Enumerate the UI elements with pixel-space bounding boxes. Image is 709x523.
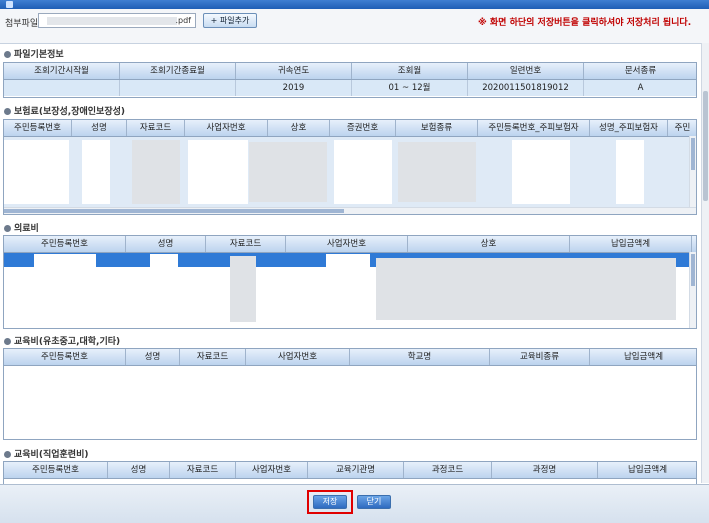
save-button[interactable]: 저장 — [313, 495, 347, 509]
col-header: 상호 — [268, 120, 330, 136]
footer-bar — [0, 484, 709, 523]
close-button[interactable]: 닫기 — [357, 495, 391, 509]
window-icon — [6, 1, 13, 8]
table-cell — [120, 80, 236, 96]
col-header: 귀속연도 — [236, 63, 352, 79]
col-header: 교육기관명 — [308, 462, 404, 478]
section-bullet-icon — [4, 51, 11, 58]
col-header: 주민등록번호_주피보험자 — [478, 120, 590, 136]
redacted-data — [132, 140, 180, 204]
col-header: 납입금액계 — [570, 236, 692, 252]
table-cell: 2020011501819012 — [468, 80, 584, 96]
redacted-data — [34, 254, 96, 324]
col-header: 사업자번호 — [185, 120, 268, 136]
section-bullet-icon — [4, 108, 11, 115]
table-row[interactable]: 2019 01 ~ 12월 2020011501819012 A — [4, 80, 696, 96]
section-bullet-icon — [4, 451, 11, 458]
col-header: 학교명 — [350, 349, 490, 365]
col-header: 증권번호 — [330, 120, 396, 136]
col-header: 주민등록번호 — [4, 462, 108, 478]
redacted-data — [4, 140, 69, 204]
col-header: 주민등록번호 — [4, 120, 72, 136]
table-cell: 2019 — [236, 80, 352, 96]
vocational-grid[interactable]: 주민등록번호 성명 자료코드 사업자번호 교육기관명 과정코드 과정명 납입금액… — [3, 461, 697, 484]
window-titlebar — [0, 0, 709, 9]
col-header: 성명 — [72, 120, 127, 136]
redacted-data — [398, 142, 476, 202]
section-bullet-icon — [4, 225, 11, 232]
col-header: 사업자번호 — [286, 236, 408, 252]
col-header: 조회월 — [352, 63, 468, 79]
section-title-vocational: 교육비(직업훈련비) — [4, 447, 88, 460]
col-header: 과정명 — [492, 462, 598, 478]
col-header: 주민등록번호 — [4, 349, 126, 365]
col-header: 자료코드 — [127, 120, 185, 136]
insurance-hscroll[interactable] — [4, 207, 696, 214]
col-header: 조회기간종료월 — [120, 63, 236, 79]
insurance-vscroll[interactable] — [689, 136, 696, 208]
file-name-redacted — [47, 17, 177, 25]
table-cell: 01 ~ 12월 — [352, 80, 468, 96]
col-header: 사업자번호 — [246, 349, 350, 365]
save-notice: ※ 화면 하단의 저장버튼을 클릭하셔야 저장처리 됩니다. — [478, 18, 692, 28]
redacted-data — [82, 140, 110, 204]
redacted-data — [188, 140, 248, 204]
attach-label: 첨부파일 — [5, 19, 39, 29]
education-grid[interactable]: 주민등록번호 성명 자료코드 사업자번호 학교명 교육비종류 납입금액계 — [3, 348, 697, 440]
col-header: 주민등록번호 — [4, 236, 126, 252]
table-cell — [4, 80, 120, 96]
col-header: 문서종류 — [584, 63, 696, 79]
redacted-data — [512, 140, 570, 204]
medical-grid[interactable]: 주민등록번호 성명 자료코드 사업자번호 상호 납입금액계 — [3, 235, 697, 329]
basic-info-grid: 조회기간시작월 조회기간종료월 귀속연도 조회월 일련번호 문서종류 2019 … — [3, 62, 697, 98]
add-file-button[interactable]: + 파일추가 — [203, 13, 257, 28]
vocational-header: 주민등록번호 성명 자료코드 사업자번호 교육기관명 과정코드 과정명 납입금액… — [4, 462, 696, 479]
section-title-basic: 파일기본정보 — [4, 47, 64, 60]
redacted-data — [326, 254, 370, 324]
col-header: 일련번호 — [468, 63, 584, 79]
col-header: 상호 — [408, 236, 570, 252]
redacted-data — [616, 140, 644, 204]
insurance-header: 주민등록번호 성명 자료코드 사업자번호 상호 증권번호 보험종류 주민등록번호… — [4, 120, 696, 137]
col-header: 교육비종류 — [490, 349, 590, 365]
section-title-text: 교육비(유초중고,대학,기타) — [14, 337, 121, 347]
education-header: 주민등록번호 성명 자료코드 사업자번호 학교명 교육비종류 납입금액계 — [4, 349, 696, 366]
basic-header: 조회기간시작월 조회기간종료월 귀속연도 조회월 일련번호 문서종류 — [4, 63, 696, 80]
main-scrollbar[interactable] — [701, 43, 709, 483]
section-title-insurance: 보험료(보장성,장애인보장성) — [4, 104, 125, 117]
section-title-education: 교육비(유초중고,대학,기타) — [4, 334, 120, 347]
section-title-text: 교육비(직업훈련비) — [14, 450, 89, 460]
col-header: 성명 — [126, 236, 206, 252]
attach-file-field[interactable]: .pdf — [38, 13, 196, 28]
medical-header: 주민등록번호 성명 자료코드 사업자번호 상호 납입금액계 — [4, 236, 696, 253]
section-title-text: 보험료(보장성,장애인보장성) — [14, 107, 126, 117]
section-title-text: 파일기본정보 — [14, 50, 64, 60]
redacted-data — [376, 258, 676, 320]
redacted-data — [150, 254, 178, 324]
col-header: 자료코드 — [180, 349, 246, 365]
section-title-medical: 의료비 — [4, 221, 39, 234]
section-bullet-icon — [4, 338, 11, 345]
redacted-data — [230, 256, 256, 322]
col-header: 주민 — [668, 120, 696, 136]
col-header: 납입금액계 — [590, 349, 696, 365]
col-header: 성명 — [108, 462, 170, 478]
col-header: 자료코드 — [206, 236, 286, 252]
section-title-text: 의료비 — [14, 224, 39, 234]
col-header: 자료코드 — [170, 462, 236, 478]
col-header: 조회기간시작월 — [4, 63, 120, 79]
col-header: 성명 — [126, 349, 180, 365]
table-cell: A — [584, 80, 696, 96]
medical-vscroll[interactable] — [689, 252, 696, 328]
col-header: 과정코드 — [404, 462, 492, 478]
file-extension: .pdf — [175, 16, 191, 25]
col-header: 사업자번호 — [236, 462, 308, 478]
col-header: 납입금액계 — [598, 462, 696, 478]
redacted-data — [334, 140, 392, 204]
col-header: 보험종류 — [396, 120, 478, 136]
insurance-grid[interactable]: 주민등록번호 성명 자료코드 사업자번호 상호 증권번호 보험종류 주민등록번호… — [3, 119, 697, 215]
redacted-data — [249, 142, 327, 202]
col-header: 성명_주피보험자 — [590, 120, 668, 136]
